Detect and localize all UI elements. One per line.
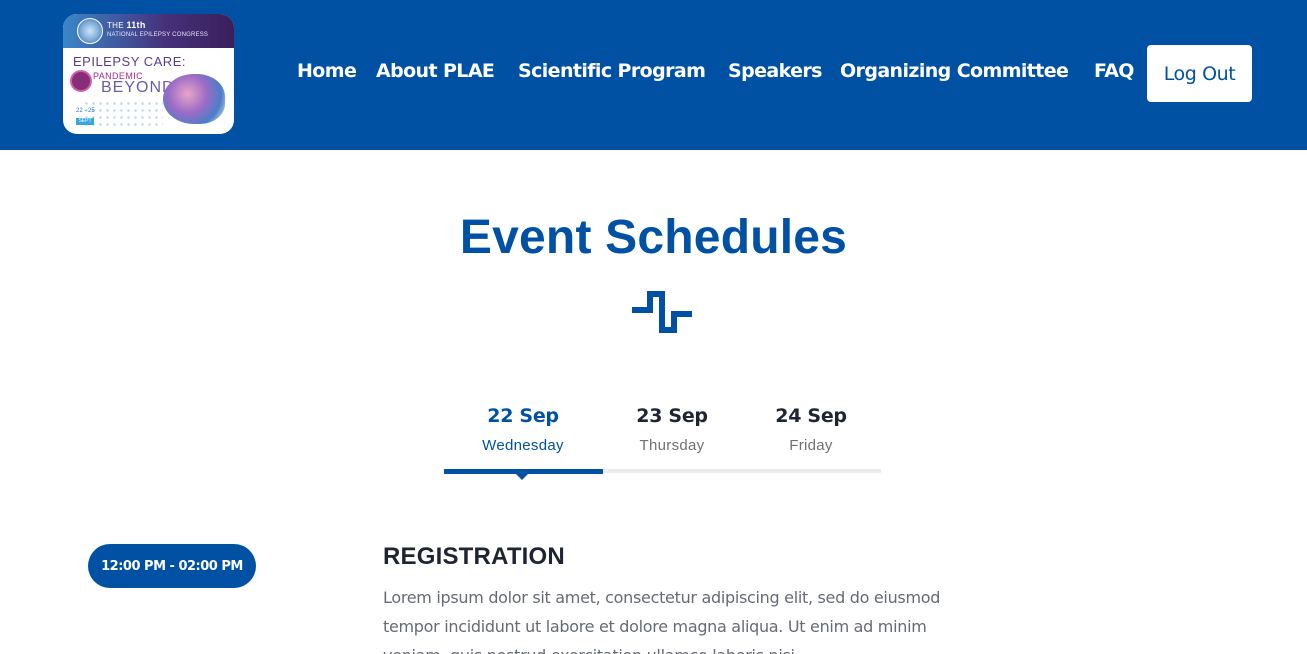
tab-24-sep[interactable]: 24 Sep Friday — [731, 405, 891, 454]
tab-date: 24 Sep — [775, 405, 847, 427]
nav-faq[interactable]: FAQ — [1094, 60, 1134, 82]
nav-about-plae[interactable]: About PLAE — [376, 60, 495, 82]
time-badge: 12:00 PM - 02:00 PM — [88, 544, 256, 588]
nav-home[interactable]: Home — [297, 60, 357, 82]
logo-date-badge: SEPT — [76, 118, 94, 125]
seal-icon — [77, 18, 103, 44]
nav-organizing-committee[interactable]: Organizing Committee — [840, 60, 1069, 82]
logo-dots — [83, 100, 163, 130]
congress-logo[interactable]: THE 11th NATIONAL EPILEPSY CONGRESS EPIL… — [63, 14, 234, 134]
tab-day: Friday — [789, 437, 833, 454]
logout-button[interactable]: Log Out — [1147, 45, 1252, 102]
session-title: REGISTRATION — [383, 543, 565, 570]
tab-date: 22 Sep — [487, 405, 559, 427]
site-header: THE 11th NATIONAL EPILEPSY CONGRESS EPIL… — [0, 0, 1307, 150]
session-description: Lorem ipsum dolor sit amet, consectetur … — [383, 588, 941, 654]
nav-scientific-program[interactable]: Scientific Program — [518, 60, 706, 82]
tab-23-sep[interactable]: 23 Sep Thursday — [592, 405, 752, 454]
caret-down-icon — [515, 473, 529, 480]
logo-date: 22 - 25 — [76, 108, 95, 114]
logo-line3: EPILEPSY CARE: — [73, 54, 186, 69]
tab-date: 23 Sep — [636, 405, 708, 427]
tab-day: Thursday — [639, 437, 705, 454]
tab-22-sep[interactable]: 22 Sep Wednesday — [443, 405, 603, 454]
page-title: Event Schedules — [459, 211, 848, 264]
brain-illustration — [163, 74, 225, 124]
logo-line1: THE 11th — [107, 20, 146, 30]
pulse-icon — [632, 291, 692, 333]
logo-line2: NATIONAL EPILEPSY CONGRESS — [107, 32, 209, 38]
nav-speakers[interactable]: Speakers — [728, 60, 822, 82]
tab-day: Wednesday — [482, 437, 564, 454]
virus-icon — [72, 72, 90, 90]
